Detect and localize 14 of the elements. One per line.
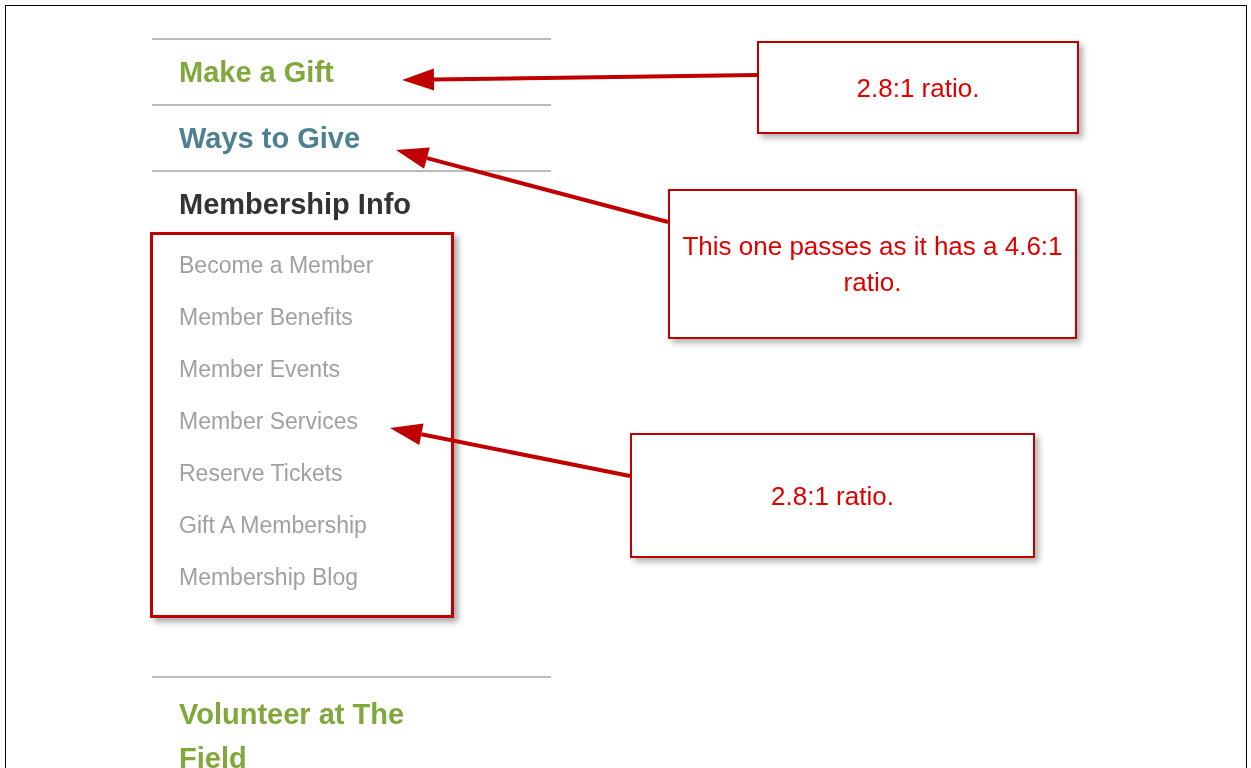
nav-link[interactable]: Volunteer at The Field [179, 692, 479, 768]
callout-box: This one passes as it has a 4.6:1 ratio. [668, 189, 1077, 339]
callout-box: 2.8:1 ratio. [757, 41, 1079, 134]
nav-link[interactable]: Make a Gift [179, 50, 479, 94]
submenu-link[interactable]: Membership Blog [179, 551, 358, 603]
submenu-link[interactable]: Gift A Membership [179, 499, 367, 551]
nav-link[interactable]: Ways to Give [179, 116, 479, 160]
submenu-link[interactable]: Member Events [179, 343, 341, 395]
submenu-link[interactable]: Become a Member [179, 239, 374, 291]
submenu-link[interactable]: Reserve Tickets [179, 447, 343, 499]
nav-link[interactable]: Membership Info [179, 182, 479, 226]
callout-box: 2.8:1 ratio. [630, 433, 1035, 558]
submenu-link[interactable]: Member Services [179, 395, 358, 447]
submenu-link[interactable]: Member Benefits [179, 291, 353, 343]
